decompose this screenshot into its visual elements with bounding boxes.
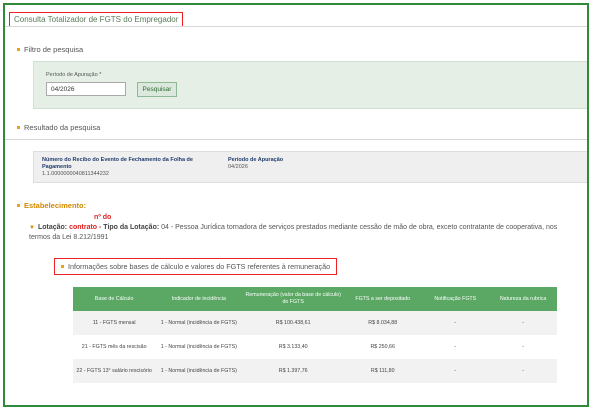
app-frame: Consulta Totalizador de FGTS do Empregad… [3,3,589,407]
fgts-table-wrap: Base de Cálculo Indicador de incidência … [73,287,557,383]
lotacao-line[interactable]: ▼ Lotação: contrato - Tipo da Lotação: 04… [29,223,569,242]
bullet-icon [61,265,64,268]
receipt-value: 1.1.0000000040811344232 [42,171,109,177]
cell: R$ 1.397,76 [278,367,308,374]
table-row: 21 - FGTS mês da rescisão 1 - Normal (in… [73,335,557,359]
header-notificacao: Notificação FGTS [434,295,477,302]
cell: 1 - Normal (incidência de FGTS) [160,367,237,374]
bullet-icon [17,126,20,129]
contrato-annotation: contrato [69,224,98,231]
table-header-row: Base de Cálculo Indicador de incidência … [73,287,557,311]
fgts-info-title: Informações sobre bases de cálculo e val… [68,262,331,271]
cell: - [454,367,457,374]
cell: 1 - Normal (incidência de FGTS) [160,319,237,326]
table-row: 22 - FGTS 13° salário rescisório 1 - Nor… [73,359,557,383]
result-section-label: Resultado da pesquisa [24,123,101,132]
lotacao-label: Lotação: [37,224,68,231]
search-button[interactable]: Pesquisar [137,82,177,97]
table-row: 11 - FGTS mensal 1 - Normal (incidência … [73,311,557,335]
period-input[interactable]: 04/2026 [46,82,126,96]
fgts-info-header[interactable]: Informações sobre bases de cálculo e val… [54,258,338,275]
result-period-value: 04/2026 [228,164,248,170]
title-divider [5,26,587,27]
result-section-header[interactable]: Resultado da pesquisa [17,123,100,132]
caret-icon [17,204,20,207]
receipt-info-box: Número do Recibo do Evento de Fechamento… [33,151,587,183]
page-title: Consulta Totalizador de FGTS do Empregad… [9,12,184,27]
result-divider [5,139,587,140]
caret-down-icon: ▼ [29,225,35,231]
cell: - [454,343,457,350]
header-remuneracao: Remuneração (valor da base de cálculo) d… [245,292,341,305]
cell: - [522,319,524,326]
fgts-table: Base de Cálculo Indicador de incidência … [73,287,557,383]
cell: 22 - FGTS 13° salário rescisório [76,367,152,374]
header-natureza: Natureza da rubrica [499,295,547,302]
cell: - [522,367,524,374]
cell: R$ 111,80 [370,367,395,374]
n-do-annotation: nº do [94,214,112,221]
cell: 11 - FGTS mensal [92,319,136,326]
cell: - [522,343,524,350]
period-column: Período de Apuração 04/2026 [228,157,348,171]
period-label: Período de Apuração * [46,72,102,78]
header-fgts-depositado: FGTS a ser depositado [355,295,411,302]
filter-section-header[interactable]: Filtro de pesquisa [17,45,83,54]
page-title-wrap: Consulta Totalizador de FGTS do Empregad… [9,9,184,27]
cell: - [454,319,457,326]
cell: R$ 8.034,88 [368,319,398,326]
result-period-label: Período de Apuração [228,157,284,163]
filter-section-label: Filtro de pesquisa [24,45,84,54]
establishment-header[interactable]: Estabelecimento: [17,201,86,210]
cell: R$ 250,66 [370,343,395,350]
cell: 21 - FGTS mês da rescisão [81,343,147,350]
bullet-icon [17,48,20,51]
cell: R$ 3.133,40 [278,343,308,350]
cell: 1 - Normal (incidência de FGTS) [160,343,237,350]
header-base-calculo: Base de Cálculo [94,295,134,302]
cell: R$ 100.438,61 [275,319,311,326]
receipt-label: Número do Recibo do Evento de Fechamento… [42,157,193,170]
receipt-column: Número do Recibo do Evento de Fechamento… [42,157,222,178]
tipo-label: - Tipo da Lotação: [97,224,160,231]
establishment-label: Estabelecimento: [24,201,87,210]
filter-panel: Período de Apuração * 04/2026 Pesquisar [33,61,587,109]
header-indicador: Indicador de incidência [171,295,226,302]
